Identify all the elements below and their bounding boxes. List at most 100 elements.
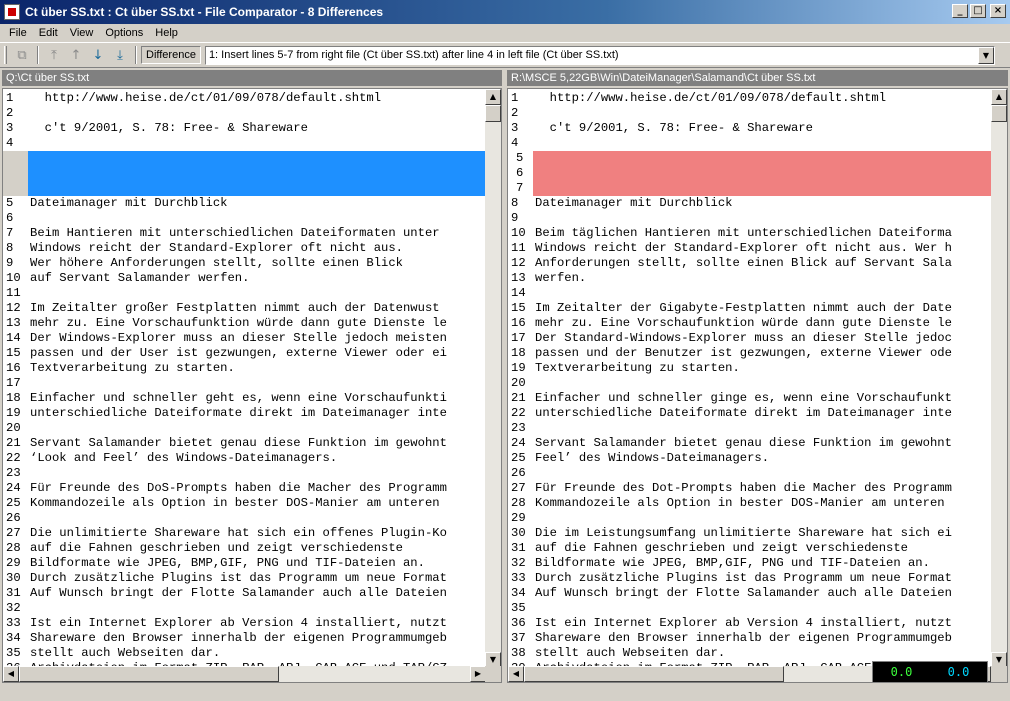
text-line[interactable]: 30 Die im Leistungsumfang unlimitierte Sh…	[508, 526, 994, 541]
menu-edit[interactable]: Edit	[33, 27, 64, 39]
text-line[interactable]: 20	[3, 421, 489, 436]
text-line[interactable]: 6	[3, 211, 489, 226]
text-line[interactable]: 10 Beim täglichen Hantieren mit unterschi…	[508, 226, 994, 241]
app-icon[interactable]	[4, 4, 20, 20]
text-line[interactable]: 32 Bildformate wie JPEG, BMP,GIF, PNG und…	[508, 556, 994, 571]
text-line[interactable]: 5 Dateimanager mit Durchblick	[3, 196, 489, 211]
difference-select[interactable]: 1: Insert lines 5-7 from right file (Ct …	[204, 45, 995, 65]
text-line[interactable]: 27 Für Freunde des Dot-Prompts haben die …	[508, 481, 994, 496]
text-line[interactable]: 26	[3, 511, 489, 526]
text-line[interactable]: 14 Der Windows-Explorer muss an dieser St…	[3, 331, 489, 346]
text-line[interactable]: 21 Einfacher und schneller ginge es, wenn…	[508, 391, 994, 406]
text-line[interactable]: 36 Ist ein Internet Explorer ab Version 4…	[508, 616, 994, 631]
text-line[interactable]: 9	[508, 211, 994, 226]
chevron-down-icon[interactable]: ▼	[977, 46, 994, 64]
menu-help[interactable]: Help	[149, 27, 184, 39]
text-line[interactable]: 18 passen und der Benutzer ist gezwungen,…	[508, 346, 994, 361]
toolbar-grip[interactable]	[4, 46, 7, 64]
text-line[interactable]: 2	[508, 106, 994, 121]
text-line[interactable]: 19 unterschiedliche Dateiformate direkt i…	[3, 406, 489, 421]
text-line[interactable]: 29	[508, 511, 994, 526]
first-difference-icon[interactable]: ⤒	[43, 45, 65, 65]
text-line[interactable]: 31 auf die Fahnen geschrieben und zeigt v…	[508, 541, 994, 556]
left-file-pane[interactable]: 1 http://www.heise.de/ct/01/09/078/defau…	[2, 88, 502, 683]
text-line[interactable]: 24 Für Freunde des DoS-Prompts haben die …	[3, 481, 489, 496]
text-line[interactable]: 11	[3, 286, 489, 301]
text-line[interactable]: 9 Wer höhere Anforderungen stellt, sollte…	[3, 256, 489, 271]
text-line[interactable]: 35	[508, 601, 994, 616]
text-line[interactable]: 18 Einfacher und schneller geht es, wenn …	[3, 391, 489, 406]
minimize-button[interactable]: _	[952, 4, 968, 18]
menu-view[interactable]: View	[64, 27, 100, 39]
text-line[interactable]: 3 c't 9/2001, S. 78: Free- & Shareware	[3, 121, 489, 136]
text-line[interactable]: 2	[3, 106, 489, 121]
text-line[interactable]: 8 Dateimanager mit Durchblick	[508, 196, 994, 211]
text-line[interactable]: 15 passen und der User ist gezwungen, ext…	[3, 346, 489, 361]
scroll-left-icon[interactable]: ◀	[3, 666, 19, 682]
text-line[interactable]: 10 auf Servant Salamander werfen.	[3, 271, 489, 286]
text-line[interactable]: 30 Durch zusätzliche Plugins ist das Prog…	[3, 571, 489, 586]
text-line[interactable]: 20	[508, 376, 994, 391]
text-line[interactable]: 26	[508, 466, 994, 481]
text-line[interactable]: 23	[508, 421, 994, 436]
text-line[interactable]: 25 Kommandozeile als Option in bester DOS…	[3, 496, 489, 511]
inserted-lines-block[interactable]: 567	[508, 151, 994, 196]
scroll-thumb[interactable]	[485, 105, 501, 122]
text-line[interactable]: 4	[508, 136, 994, 151]
text-line[interactable]: 13 mehr zu. Eine Vorschaufunktion würde d…	[3, 316, 489, 331]
copy-icon[interactable]: ⧉	[11, 45, 33, 65]
text-line[interactable]: 12 Im Zeitalter großer Festplatten nimmt …	[3, 301, 489, 316]
previous-difference-icon[interactable]: ↑	[65, 45, 87, 65]
scroll-thumb[interactable]	[991, 105, 1007, 122]
text-line[interactable]: 31 Auf Wunsch bringt der Flotte Salamande…	[3, 586, 489, 601]
text-line[interactable]: 16 Textverarbeitung zu starten.	[3, 361, 489, 376]
menu-options[interactable]: Options	[99, 27, 149, 39]
scroll-up-icon[interactable]: ▲	[991, 89, 1007, 105]
text-line[interactable]: 3 c't 9/2001, S. 78: Free- & Shareware	[508, 121, 994, 136]
text-line[interactable]: 38 stellt auch Webseiten dar.	[508, 646, 994, 661]
text-line[interactable]: 13 werfen.	[508, 271, 994, 286]
scroll-left-icon[interactable]: ◀	[508, 666, 524, 682]
right-vertical-scrollbar[interactable]: ▲ ▼	[991, 89, 1007, 668]
close-button[interactable]: ×	[990, 4, 1006, 18]
maximize-button[interactable]: □	[970, 4, 986, 18]
text-line[interactable]: 28 auf die Fahnen geschrieben und zeigt v…	[3, 541, 489, 556]
text-line[interactable]: 19 Textverarbeitung zu starten.	[508, 361, 994, 376]
text-line[interactable]: 1 http://www.heise.de/ct/01/09/078/defau…	[3, 91, 489, 106]
scroll-thumb[interactable]	[524, 666, 784, 682]
text-line[interactable]: 14	[508, 286, 994, 301]
right-file-pane[interactable]: 1 http://www.heise.de/ct/01/09/078/defau…	[507, 88, 1008, 683]
text-line[interactable]: 21 Servant Salamander bietet genau diese …	[3, 436, 489, 451]
text-line[interactable]: 22 unterschiedliche Dateiformate direkt i…	[508, 406, 994, 421]
text-line[interactable]: 4	[3, 136, 489, 151]
text-line[interactable]: 27 Die unlimitierte Shareware hat sich ei…	[3, 526, 489, 541]
text-line[interactable]: 12 Anforderungen stellt, sollte einen Bli…	[508, 256, 994, 271]
text-line[interactable]: 32	[3, 601, 489, 616]
text-line[interactable]: 34 Auf Wunsch bringt der Flotte Salamande…	[508, 586, 994, 601]
text-line[interactable]: 16 mehr zu. Eine Vorschaufunktion würde d…	[508, 316, 994, 331]
text-line[interactable]: 35 stellt auch Webseiten dar.	[3, 646, 489, 661]
text-line[interactable]: 7 Beim Hantieren mit unterschiedlichen Da…	[3, 226, 489, 241]
menu-file[interactable]: File	[3, 27, 33, 39]
text-line[interactable]: 24 Servant Salamander bietet genau diese …	[508, 436, 994, 451]
text-line[interactable]: 25 Feel’ des Windows-Dateimanagers.	[508, 451, 994, 466]
left-vertical-scrollbar[interactable]: ▲ ▼	[485, 89, 501, 668]
text-line[interactable]: 11 Windows reicht der Standard-Explorer o…	[508, 241, 994, 256]
text-line[interactable]: 15 Im Zeitalter der Gigabyte-Festplatten …	[508, 301, 994, 316]
scroll-thumb[interactable]	[19, 666, 279, 682]
scroll-right-icon[interactable]: ▶	[470, 666, 486, 682]
text-line[interactable]: 34 Shareware den Browser innerhalb der ei…	[3, 631, 489, 646]
text-line[interactable]: 33 Durch zusätzliche Plugins ist das Prog…	[508, 571, 994, 586]
next-difference-icon[interactable]: ↓	[87, 45, 109, 65]
text-line[interactable]: 17 Der Standard-Windows-Explorer muss an …	[508, 331, 994, 346]
left-horizontal-scrollbar[interactable]: ◀ ▶	[3, 666, 486, 682]
text-line[interactable]: 23	[3, 466, 489, 481]
scroll-up-icon[interactable]: ▲	[485, 89, 501, 105]
text-line[interactable]: 33 Ist ein Internet Explorer ab Version 4…	[3, 616, 489, 631]
text-line[interactable]: 1 http://www.heise.de/ct/01/09/078/defau…	[508, 91, 994, 106]
text-line[interactable]: 29 Bildformate wie JPEG, BMP,GIF, PNG und…	[3, 556, 489, 571]
text-line[interactable]: 37 Shareware den Browser innerhalb der ei…	[508, 631, 994, 646]
text-line[interactable]: 8 Windows reicht der Standard-Explorer of…	[3, 241, 489, 256]
text-line[interactable]: 28 Kommandozeile als Option in bester DOS…	[508, 496, 994, 511]
text-line[interactable]: 17	[3, 376, 489, 391]
